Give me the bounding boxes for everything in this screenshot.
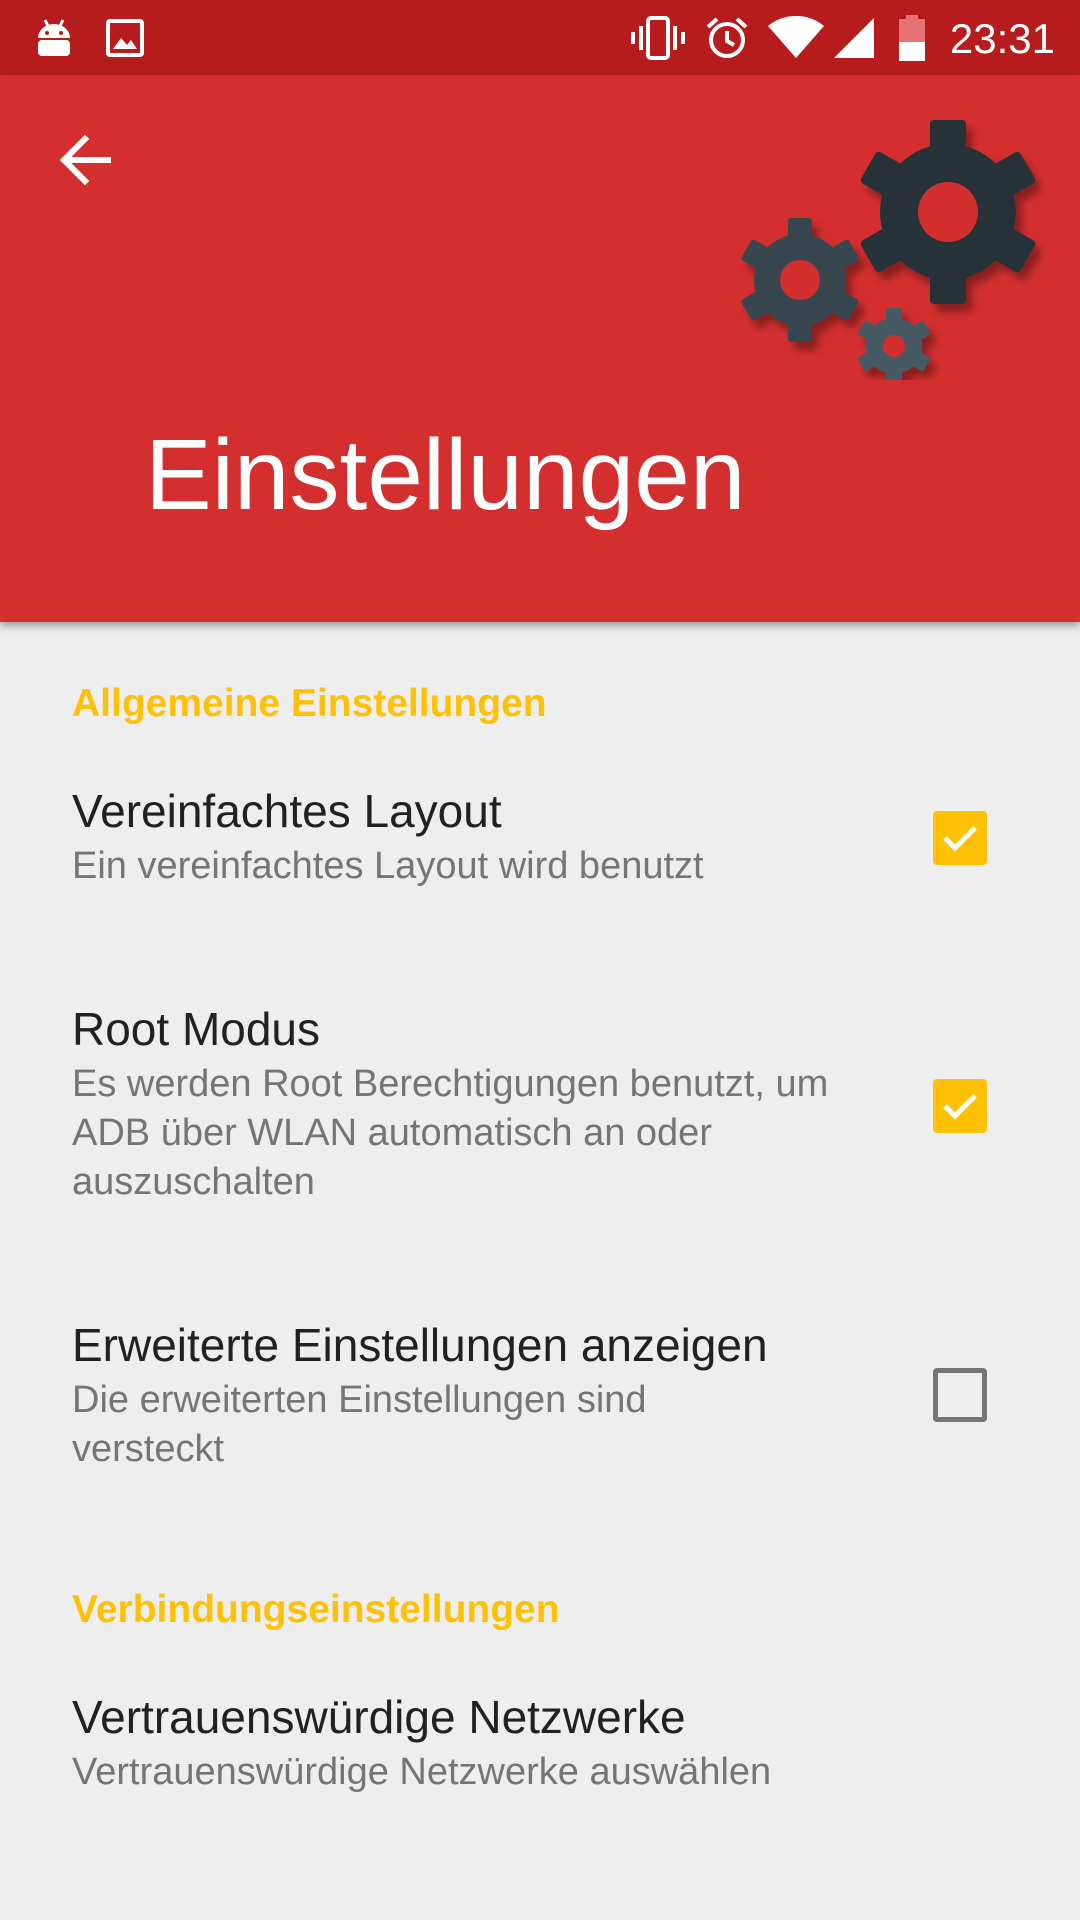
status-bar: 23:31 (0, 0, 1080, 75)
pref-root-mode[interactable]: Root Modus Es werden Root Berechtigungen… (0, 990, 1080, 1220)
pref-summary: Vertrauenswürdige Netzwerke auswählen (72, 1751, 772, 1793)
status-time: 23:31 (949, 15, 1055, 62)
pref-title: Root Modus (72, 1003, 321, 1055)
category-header-connection: Verbindungseinstellungen (72, 1588, 560, 1631)
check-icon (943, 1094, 977, 1120)
pref-trusted-networks[interactable]: Vertrauenswürdige Netzwerke Vertrauenswü… (0, 1678, 1080, 1818)
wifi-icon (766, 0, 826, 75)
simplified-layout-checkbox[interactable] (933, 811, 987, 865)
app-header: Einstellungen (0, 75, 1080, 622)
root-mode-checkbox[interactable] (933, 1079, 987, 1133)
pref-title: Erweiterte Einstellungen anzeigen (72, 1319, 768, 1371)
pref-summary: Ein vereinfachtes Layout wird benutzt (72, 845, 704, 887)
pref-title: Vertrauenswürdige Netzwerke (72, 1691, 686, 1743)
vibrate-icon (628, 0, 688, 75)
back-button[interactable] (40, 117, 130, 207)
signal-icon (832, 0, 876, 75)
page-title: Einstellungen (145, 419, 746, 531)
alarm-icon (703, 0, 751, 75)
battery-icon (895, 0, 929, 75)
android-icon (34, 0, 74, 75)
pref-summary: Es werden Root Berechtigungen benutzt, u… (72, 1063, 829, 1203)
gears-icon (730, 100, 1050, 384)
pref-summary: Die erweiterten Einstellungen sind verst… (72, 1379, 647, 1470)
settings-list[interactable]: Allgemeine Einstellungen Vereinfachtes L… (0, 622, 1080, 1920)
pref-title: Vereinfachtes Layout (72, 785, 502, 837)
pref-show-advanced[interactable]: Erweiterte Einstellungen anzeigen Die er… (0, 1306, 1080, 1486)
category-header-general: Allgemeine Einstellungen (72, 682, 547, 725)
image-icon (104, 0, 146, 75)
check-icon (943, 826, 977, 852)
show-advanced-checkbox[interactable] (933, 1368, 987, 1422)
arrow-back-icon (58, 133, 112, 192)
pref-simplified-layout[interactable]: Vereinfachtes Layout Ein vereinfachtes L… (0, 772, 1080, 912)
